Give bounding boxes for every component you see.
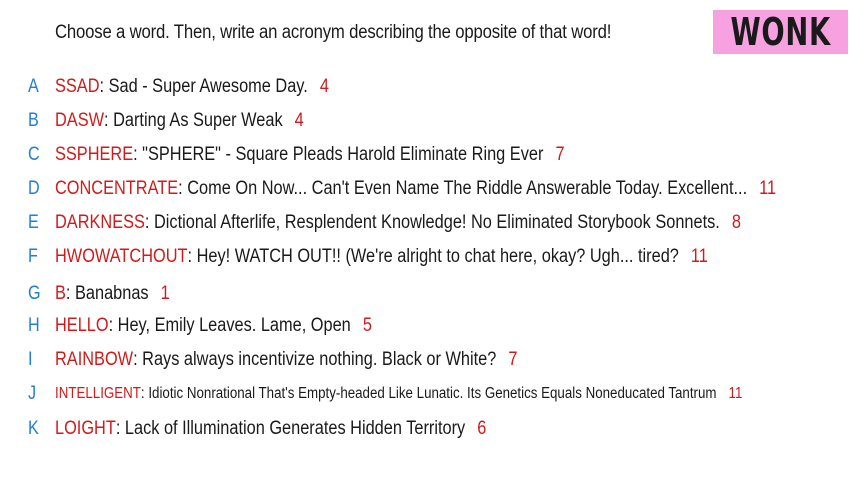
entry-expansion: Idiotic Nonrational That's Empty-headed … [148,385,717,402]
entry-word: RAINBOW [55,349,134,370]
entry-word: CONCENTRATE [55,178,179,199]
entry-expansion: Hey, Emily Leaves. Lame, Open [117,315,351,336]
entry-expansion: Sad - Super Awesome Day. [108,76,308,97]
entry-letter: J [28,383,37,404]
entry-content: DARKNESS: Dictional Afterlife, Resplende… [55,212,741,234]
entry-word: B [55,283,66,304]
entry-expansion: Hey! WATCH OUT!! (We're alright to chat … [196,246,679,267]
entry-content: LOIGHT: Lack of Illumination Generates H… [55,418,486,440]
entry-separator: : [99,76,109,97]
entry-letter: A [28,76,39,97]
entry-word: DARKNESS [55,212,145,233]
entry-content: RAINBOW: Rays always incentivize nothing… [55,349,517,371]
entry-score: 6 [477,418,487,439]
entry-score: 11 [728,385,743,402]
entry-letter: K [28,418,39,439]
entry-row: I RAINBOW: Rays always incentivize nothin… [0,347,853,373]
entry-separator: : [115,418,125,439]
entry-word: HWOWATCHOUT [55,246,188,267]
entry-score: 7 [555,144,565,165]
entry-content: CONCENTRATE: Come On Now... Can't Even N… [55,178,776,200]
entry-word: INTELLIGENT [55,385,141,402]
entry-letter: H [28,315,40,336]
entry-row: D CONCENTRATE: Come On Now... Can't Even … [0,176,853,202]
entry-score: 1 [160,283,170,304]
entry-row: GB: Banabnas 1 [0,281,853,307]
entry-letter: I [28,349,33,370]
entry-separator: : [140,385,149,402]
entry-row: E DARKNESS: Dictional Afterlife, Resplend… [0,210,853,236]
entry-separator: : [144,212,154,233]
entry-content: SSPHERE: "SPHERE" - Square Pleads Harold… [55,144,565,166]
entry-letter: E [28,212,39,233]
entry-letter: F [28,246,38,267]
entry-letter: D [28,178,40,199]
entry-letter: B [28,110,39,131]
entry-word: LOIGHT [55,418,116,439]
entry-separator: : [178,178,188,199]
entry-row: H HELLO: Hey, Emily Leaves. Lame, Open 5 [0,313,853,339]
entry-separator: : [108,315,118,336]
entry-expansion: Rays always incentivize nothing. Black o… [142,349,497,370]
entry-score: 4 [319,76,329,97]
entry-letter: C [28,144,40,165]
entry-expansion: Darting As Super Weak [113,110,283,131]
entry-row: B DASW: Darting As Super Weak 4 [0,108,853,134]
entry-score: 11 [690,246,708,267]
entry-separator: : [104,110,114,131]
entry-content: HWOWATCHOUT: Hey! WATCH OUT!! (We're alr… [55,246,708,268]
entry-score: 7 [508,349,518,370]
entry-score: 11 [759,178,777,199]
entry-expansion: Come On Now... Can't Even Name The Riddl… [187,178,748,199]
entry-content: HELLO: Hey, Emily Leaves. Lame, Open 5 [55,315,372,337]
entry-word: HELLO [55,315,109,336]
entry-row: F HWOWATCHOUT: Hey! WATCH OUT!! (We're al… [0,244,853,270]
entry-row: K LOIGHT: Lack of Illumination Generates … [0,416,853,442]
entry-row: C SSPHERE: "SPHERE" - Square Pleads Harol… [0,142,853,168]
entry-row: A SSAD: Sad - Super Awesome Day. 4 [0,74,853,100]
entry-score: 4 [294,110,304,131]
prompt-text: Choose a word. Then, write an acronym de… [55,22,612,43]
entry-word: SSAD [55,76,100,97]
entry-content: B: Banabnas 1 [55,283,170,305]
entry-content: DASW: Darting As Super Weak 4 [55,110,304,132]
entry-expansion: "SPHERE" - Square Pleads Harold Eliminat… [142,144,544,165]
entry-row: J INTELLIGENT: Idiotic Nonrational That's… [0,381,853,407]
entry-letter: G [28,283,41,304]
entry-word: SSPHERE [55,144,134,165]
entry-separator: : [187,246,197,267]
entry-separator: : [133,144,143,165]
entry-expansion: Banabnas [74,283,149,304]
entry-expansion: Dictional Afterlife, Resplendent Knowled… [153,212,720,233]
wonk-logo: WONK [713,10,848,54]
entry-separator: : [65,283,75,304]
entry-score: 8 [731,212,741,233]
entry-content: SSAD: Sad - Super Awesome Day. 4 [55,76,329,98]
entry-content: INTELLIGENT: Idiotic Nonrational That's … [55,385,742,403]
logo-text: WONK [730,10,831,54]
entry-separator: : [133,349,143,370]
entry-expansion: Lack of Illumination Generates Hidden Te… [124,418,466,439]
entry-word: DASW [55,110,105,131]
entry-score: 5 [362,315,372,336]
